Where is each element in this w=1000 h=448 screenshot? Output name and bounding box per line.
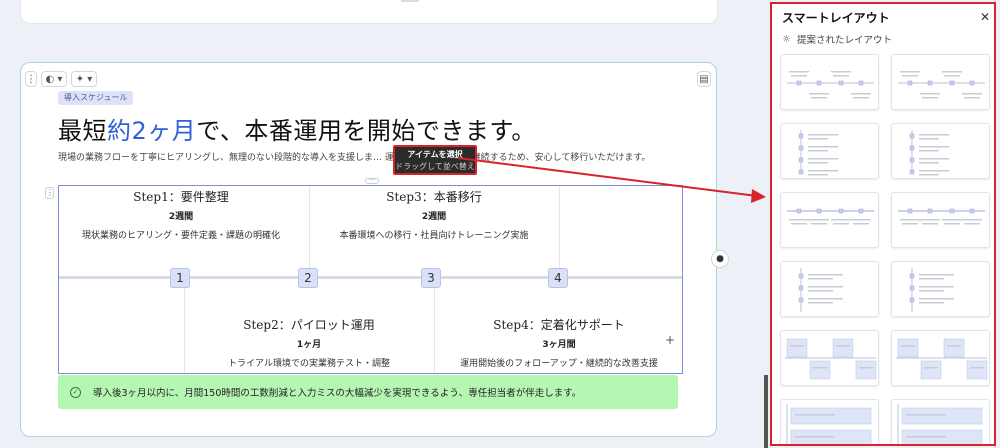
layout-thumbnail[interactable] [780,123,879,179]
smart-layout-panel: スマートレイアウト ✕ ☼ 提案されたレイアウト [770,2,996,446]
layout-thumbnail[interactable] [780,399,879,444]
layout-thumbnail[interactable] [780,330,879,386]
tooltip-line1: アイテムを選択 [407,150,463,159]
layout-thumbnail[interactable] [891,192,990,248]
step-marker-4[interactable]: 4 [548,268,568,288]
step-duration: 2週間 [421,212,447,222]
layout-thumbnail[interactable] [891,330,990,386]
layout-thumbnail[interactable] [780,54,879,110]
layout-thumbnail[interactable] [780,261,879,317]
divider-line [559,186,560,276]
step-title: Step1：要件整理 [133,190,229,204]
lightbulb-icon: ☼ [782,33,791,45]
step-marker-1[interactable]: 1 [170,268,190,288]
layout-thumbnail[interactable] [891,399,990,444]
headline-pre: 最短 [58,117,107,145]
layout-thumbnail[interactable] [891,54,990,110]
step-4[interactable]: Step4：定着化サポート 3ヶ月間 運用開始後のフォローアップ・継続的な改善支… [439,316,679,369]
layout-thumbnail[interactable] [891,261,990,317]
panel-subtitle: ☼ 提案されたレイアウト [782,32,892,47]
step-title: Step4：定着化サポート [493,318,625,332]
divider-line [184,279,185,373]
palette-icon: ◐ ▾ [45,73,63,85]
step-detail: 現状業務のヒアリング・要件定義・課題の明確化 [81,231,280,241]
comment-icon: ● [716,254,724,264]
callout-box[interactable]: ✓ 導入後3ヶ月以内に、月間150時間の工数削減と入力ミスの大幅減少を実現できる… [58,375,678,409]
step-marker-3[interactable]: 3 [421,268,441,288]
theme-palette-button[interactable]: ◐ ▾ [41,71,67,87]
previous-slide-card[interactable] [20,0,718,24]
panel-subtitle-text: 提案されたレイアウト [796,35,892,46]
notes-button[interactable]: ▤ [697,71,711,87]
divider-line [434,279,435,373]
step-detail: 運用開始後のフォローアップ・継続的な改善支援 [460,359,658,369]
step-duration: 3ヶ月間 [542,340,576,350]
close-icon[interactable]: ✕ [980,10,990,24]
step-2[interactable]: Step2：パイロット運用 1ヶ月 トライアル環境での実業務テスト・調整 [189,316,429,369]
panel-title: スマートレイアウト [782,11,890,25]
slide-card[interactable]: ⋮ ◐ ▾ ✦ ▾ ▤ 導入スケジュール 最短約2ヶ月で、本番運用を開始できます… [20,62,729,437]
step-detail: トライアル環境での実業務テスト・調整 [228,359,390,369]
tooltip-line2: ドラッグして並べ替え [395,162,475,171]
scrollbar[interactable] [764,375,768,448]
layout-thumbnail[interactable] [780,192,879,248]
step-title: Step3：本番移行 [386,190,482,204]
reorder-handle[interactable]: ··· [365,178,379,184]
add-item-icon[interactable]: + [665,333,675,347]
layout-thumbnail[interactable] [891,123,990,179]
sparkle-icon: ✦ ▾ [75,73,93,85]
description-text[interactable]: 現場の業務フローを丁寧にヒアリングし、無理のない段階的な導入を支援しま… 運用開… [58,151,683,166]
step-3[interactable]: Step3：本番移行 2週間 本番環境への移行・社員向けトレーニング実施 [314,188,554,241]
timeline-block[interactable]: 1 2 3 4 Step1：要件整理 2週間 現状業務のヒアリング・要件定義・課… [58,185,683,374]
document-icon: ▤ [699,73,709,85]
divider-line [309,186,310,276]
drag-tooltip: アイテムを選択 ドラッグして並べ替え [393,145,477,175]
drag-handle[interactable]: ⋮ [45,187,54,199]
headline-post: で、本番運用を開始できます。 [196,117,536,145]
page-title[interactable]: 最短約2ヶ月で、本番運用を開始できます。 [58,111,536,146]
callout-text: 導入後3ヶ月以内に、月間150時間の工数削減と入力ミスの大幅減少を実現できるよう… [93,388,582,399]
previous-slide-stub [401,0,419,2]
step-marker-2[interactable]: 2 [298,268,318,288]
step-detail: 本番環境への移行・社員向けトレーニング実施 [339,231,529,241]
check-circle-icon: ✓ [70,386,81,398]
comment-button[interactable]: ● [711,250,729,268]
section-badge: 導入スケジュール [58,91,134,105]
more-vertical-icon: ⋮ [26,73,36,85]
step-title: Step2：パイロット運用 [243,318,375,332]
slide-menu-button[interactable]: ⋮ [25,71,37,87]
step-duration: 1ヶ月 [296,340,322,350]
step-1[interactable]: Step1：要件整理 2週間 現状業務のヒアリング・要件定義・課題の明確化 [61,188,301,241]
timeline-bar [59,276,682,279]
drag-handle-icon: ⋮ [46,188,54,197]
step-duration: 2週間 [168,212,194,222]
headline-highlight: 約2ヶ月 [107,117,197,145]
ai-sparkle-button[interactable]: ✦ ▾ [71,71,97,87]
dots-icon: ··· [369,177,375,184]
